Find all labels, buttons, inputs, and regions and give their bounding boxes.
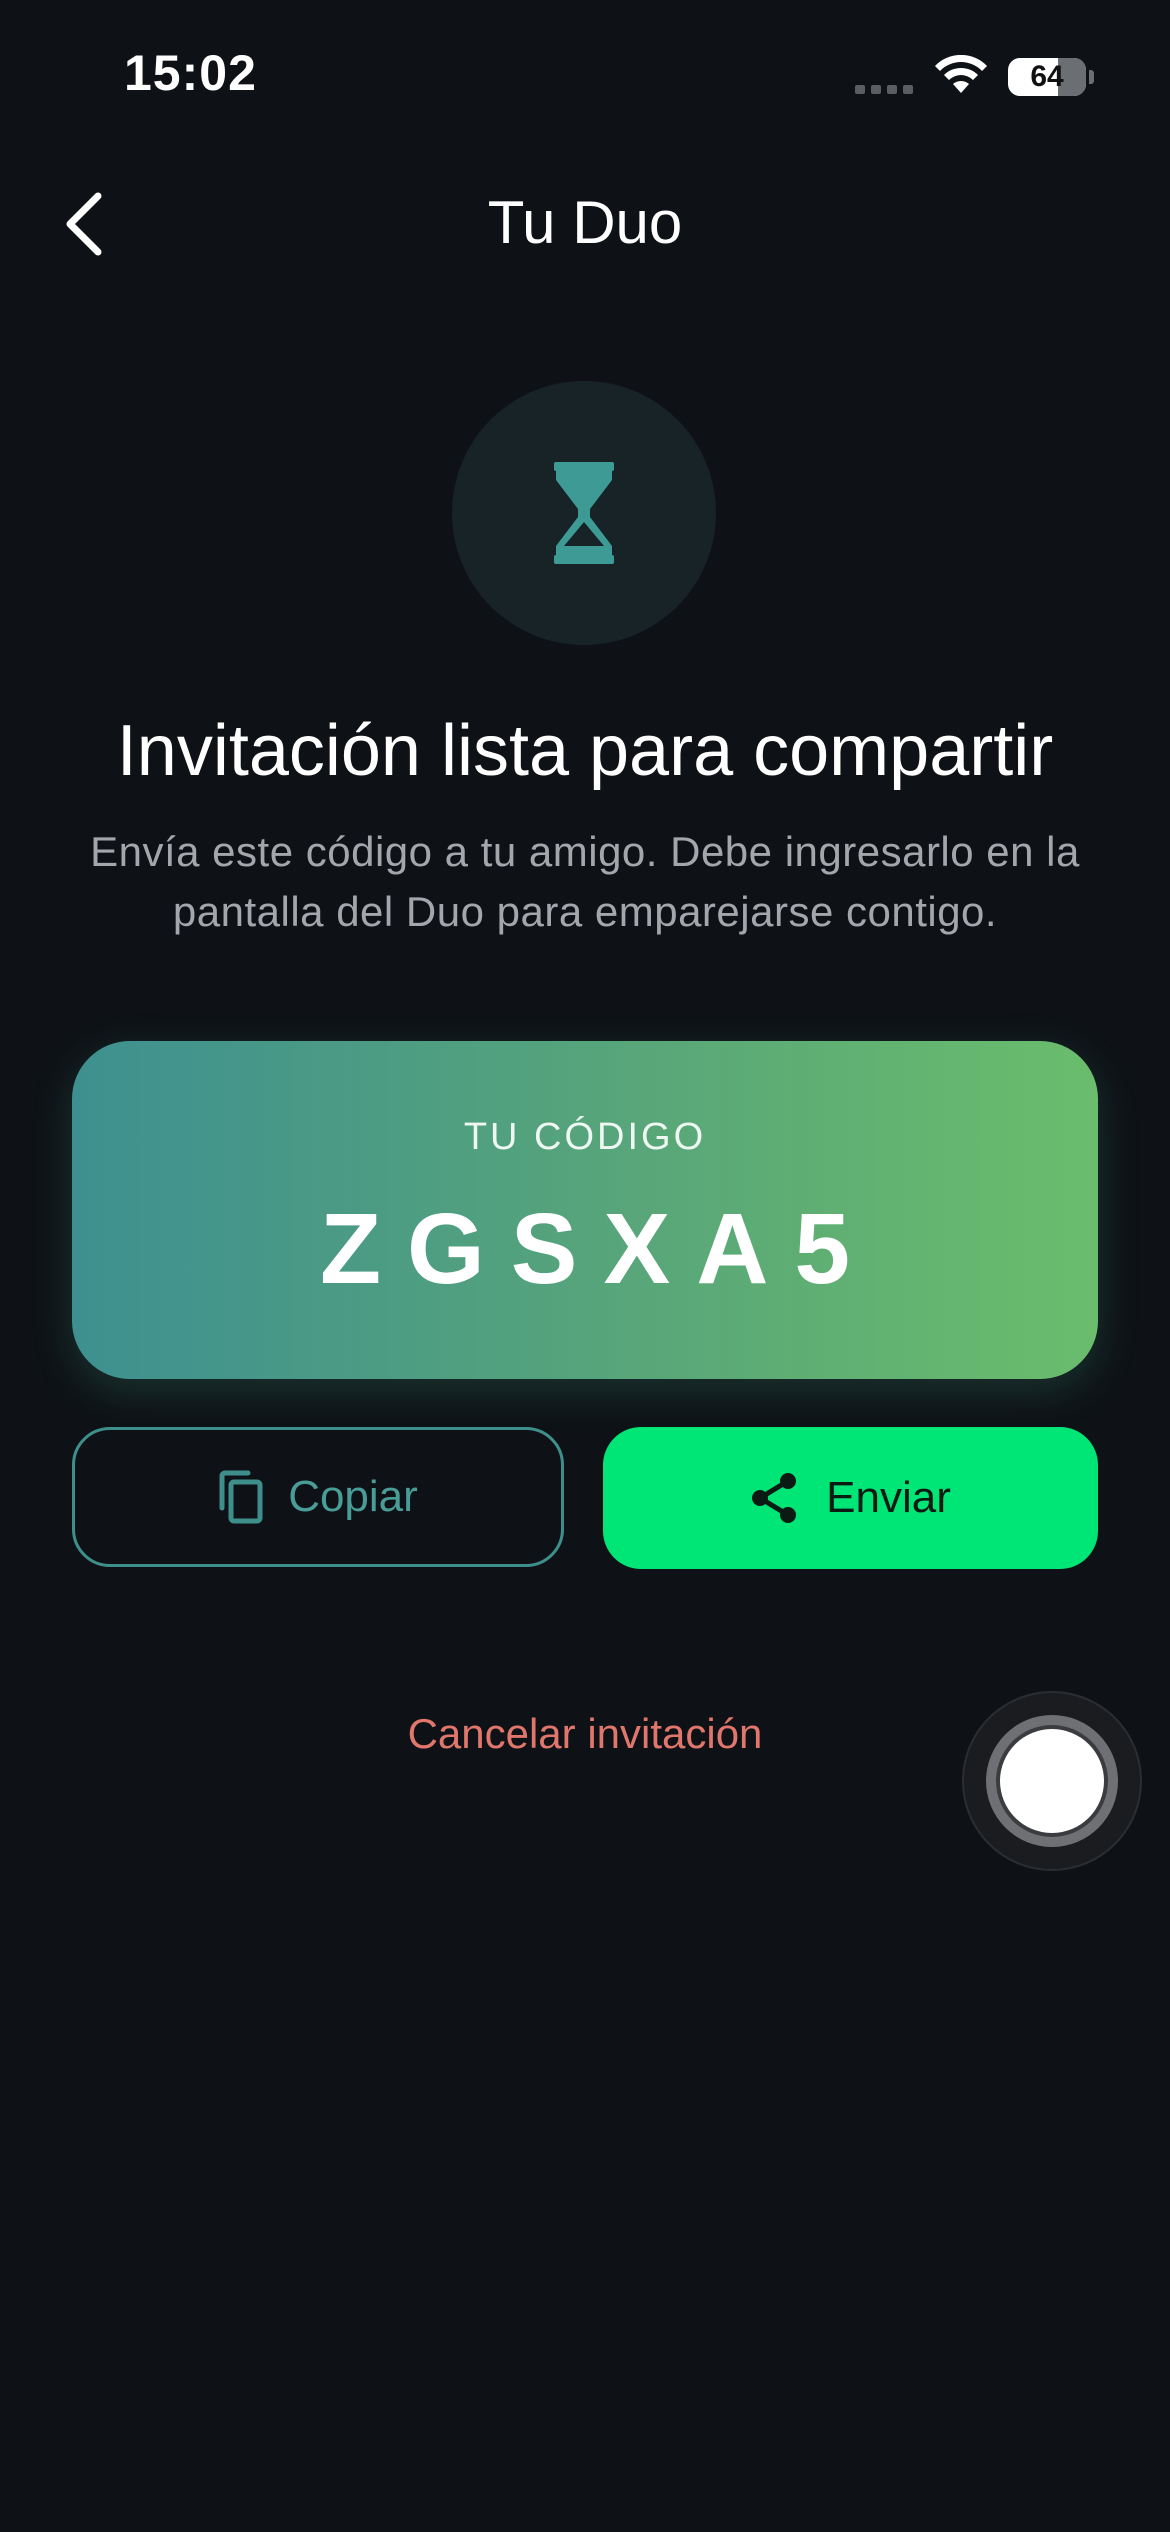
send-button[interactable]: Enviar — [603, 1427, 1098, 1569]
battery-cap — [1089, 70, 1094, 84]
status-time: 15:02 — [124, 45, 257, 101]
code-label: TU CÓDIGO — [463, 1116, 707, 1158]
copy-button-label: Copiar — [288, 1472, 418, 1521]
description-text: Envía este código a tu amigo. Debe ingre… — [90, 828, 1080, 935]
hourglass-icon — [554, 462, 614, 564]
assistive-touch-ring — [986, 1715, 1118, 1847]
battery-level: 64 — [1030, 60, 1064, 93]
assistive-touch-button[interactable] — [962, 1691, 1142, 1871]
assistive-touch-inner — [1000, 1729, 1104, 1833]
share-icon — [752, 1473, 797, 1523]
copy-icon — [219, 1470, 263, 1524]
headline: Invitación lista para compartir — [116, 711, 1054, 791]
invite-code: ZGSXA5 — [319, 1193, 877, 1305]
battery-icon: 64 — [1008, 58, 1086, 96]
cellular-signal-icon — [855, 85, 913, 94]
copy-button[interactable]: Copiar — [72, 1427, 564, 1567]
page-title: Tu Duo — [487, 189, 683, 256]
wifi-icon — [935, 55, 987, 93]
status-bar: 15:02 64 — [0, 0, 1170, 150]
send-button-label: Enviar — [826, 1473, 951, 1522]
